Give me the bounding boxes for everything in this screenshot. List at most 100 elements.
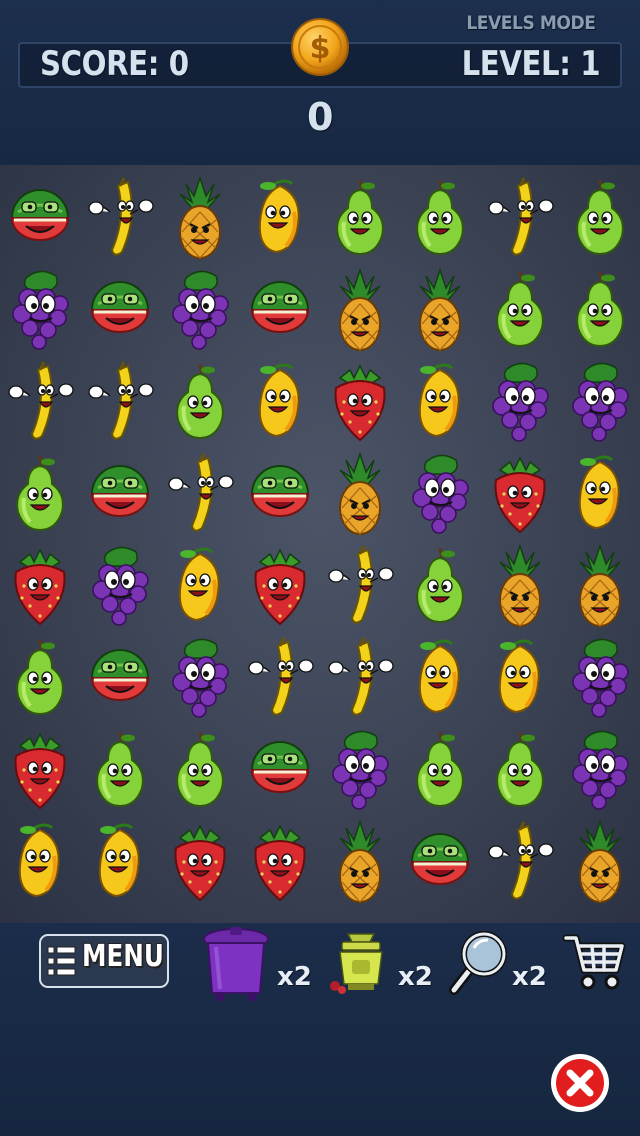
grape-tile[interactable] xyxy=(560,354,640,446)
watermelon-tile[interactable] xyxy=(240,262,320,354)
strawberry-tile[interactable] xyxy=(160,814,240,906)
grape-icon xyxy=(92,546,149,626)
trash-bin-icon[interactable] xyxy=(200,925,272,1003)
mango-icon xyxy=(18,823,60,898)
strawberry-tile[interactable] xyxy=(320,354,400,446)
grape-tile[interactable] xyxy=(0,262,80,354)
level-label: LEVEL: 1 xyxy=(461,44,600,84)
banana-tile[interactable] xyxy=(320,538,400,630)
pear-icon xyxy=(416,547,464,624)
coin-icon: $ xyxy=(290,17,350,77)
watermelon-tile[interactable] xyxy=(80,262,160,354)
grape-tile[interactable] xyxy=(560,630,640,722)
pear-icon xyxy=(16,639,64,716)
strawberry-icon xyxy=(14,732,66,810)
pineapple-tile[interactable] xyxy=(480,538,560,630)
strawberry-tile[interactable] xyxy=(240,538,320,630)
pear-tile[interactable] xyxy=(0,446,80,538)
watermelon-tile[interactable] xyxy=(80,630,160,722)
grape-tile[interactable] xyxy=(160,262,240,354)
pear-tile[interactable] xyxy=(400,538,480,630)
mango-tile[interactable] xyxy=(400,354,480,446)
watermelon-tile[interactable] xyxy=(240,722,320,814)
banana-tile[interactable] xyxy=(480,170,560,262)
grape-tile[interactable] xyxy=(160,630,240,722)
grape-tile[interactable] xyxy=(480,354,560,446)
watermelon-tile[interactable] xyxy=(80,446,160,538)
grape-icon xyxy=(412,454,469,534)
grape-icon xyxy=(172,270,229,350)
mango-tile[interactable] xyxy=(400,630,480,722)
grape-tile[interactable] xyxy=(560,722,640,814)
magnifier-icon[interactable] xyxy=(448,928,510,996)
strawberry-tile[interactable] xyxy=(480,446,560,538)
pear-tile[interactable] xyxy=(400,722,480,814)
mango-tile[interactable] xyxy=(80,814,160,906)
menu-button[interactable]: MENU xyxy=(38,933,170,989)
watermelon-icon xyxy=(250,465,310,517)
banana-tile[interactable] xyxy=(480,814,560,906)
game-board[interactable] xyxy=(0,165,640,923)
grape-tile[interactable] xyxy=(80,538,160,630)
pineapple-tile[interactable] xyxy=(560,538,640,630)
pear-tile[interactable] xyxy=(80,722,160,814)
pineapple-tile[interactable] xyxy=(320,446,400,538)
banana-tile[interactable] xyxy=(240,630,320,722)
grape-icon xyxy=(172,638,229,718)
mango-tile[interactable] xyxy=(240,354,320,446)
mango-tile[interactable] xyxy=(240,170,320,262)
mango-tile[interactable] xyxy=(480,630,560,722)
pear-tile[interactable] xyxy=(400,170,480,262)
menu-label: MENU xyxy=(82,939,164,974)
pear-tile[interactable] xyxy=(160,722,240,814)
pear-icon xyxy=(176,363,224,440)
banana-tile[interactable] xyxy=(0,354,80,446)
mango-tile[interactable] xyxy=(160,538,240,630)
pineapple-tile[interactable] xyxy=(400,262,480,354)
pear-tile[interactable] xyxy=(320,170,400,262)
pear-tile[interactable] xyxy=(480,262,560,354)
banana-tile[interactable] xyxy=(80,354,160,446)
banana-tile[interactable] xyxy=(160,446,240,538)
pear-tile[interactable] xyxy=(160,354,240,446)
pear-icon xyxy=(176,731,224,808)
pear-tile[interactable] xyxy=(480,722,560,814)
pineapple-tile[interactable] xyxy=(320,262,400,354)
banana-tile[interactable] xyxy=(80,170,160,262)
banana-icon xyxy=(488,177,554,256)
pear-tile[interactable] xyxy=(0,630,80,722)
strawberry-tile[interactable] xyxy=(0,722,80,814)
mango-icon xyxy=(578,455,620,530)
pineapple-icon xyxy=(419,267,461,351)
strawberry-tile[interactable] xyxy=(0,538,80,630)
pineapple-tile[interactable] xyxy=(160,170,240,262)
pineapple-icon xyxy=(339,267,381,351)
svg-text:$: $ xyxy=(310,31,331,66)
close-button[interactable] xyxy=(549,1052,611,1114)
pear-icon xyxy=(416,731,464,808)
banana-icon xyxy=(488,821,554,900)
grape-tile[interactable] xyxy=(400,446,480,538)
pineapple-tile[interactable] xyxy=(320,814,400,906)
banana-icon xyxy=(88,177,154,256)
mode-label: LEVELS MODE xyxy=(465,12,596,34)
trash-bin-count: x2 xyxy=(277,962,312,992)
cart-icon[interactable] xyxy=(562,932,626,992)
grape-tile[interactable] xyxy=(320,722,400,814)
watermelon-tile[interactable] xyxy=(240,446,320,538)
mango-tile[interactable] xyxy=(560,446,640,538)
banana-tile[interactable] xyxy=(320,630,400,722)
mango-tile[interactable] xyxy=(0,814,80,906)
watermelon-tile[interactable] xyxy=(400,814,480,906)
pineapple-icon xyxy=(339,819,381,903)
grape-icon xyxy=(12,270,69,350)
juicer-icon[interactable] xyxy=(326,930,396,996)
pineapple-tile[interactable] xyxy=(560,814,640,906)
pear-tile[interactable] xyxy=(560,262,640,354)
strawberry-tile[interactable] xyxy=(240,814,320,906)
pear-tile[interactable] xyxy=(560,170,640,262)
banana-icon xyxy=(88,361,154,440)
watermelon-tile[interactable] xyxy=(0,170,80,262)
juicer-count: x2 xyxy=(398,962,433,992)
pear-icon xyxy=(496,731,544,808)
